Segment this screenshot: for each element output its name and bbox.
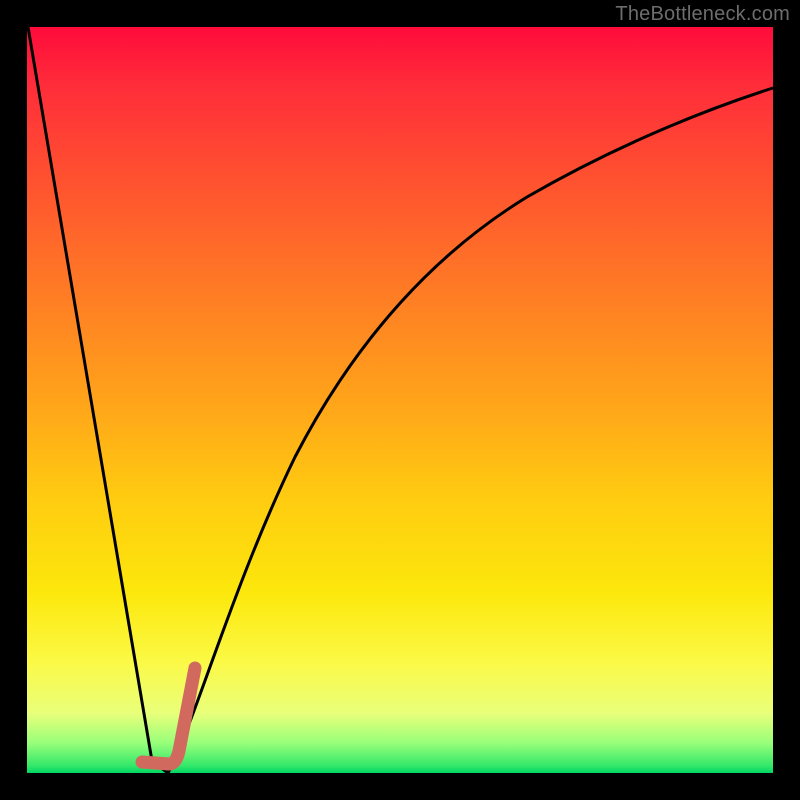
chart-frame: TheBottleneck.com [0, 0, 800, 800]
black-curve [28, 27, 773, 773]
watermark-text: TheBottleneck.com [615, 3, 790, 26]
plot-area [27, 27, 773, 773]
chart-svg [27, 27, 773, 773]
